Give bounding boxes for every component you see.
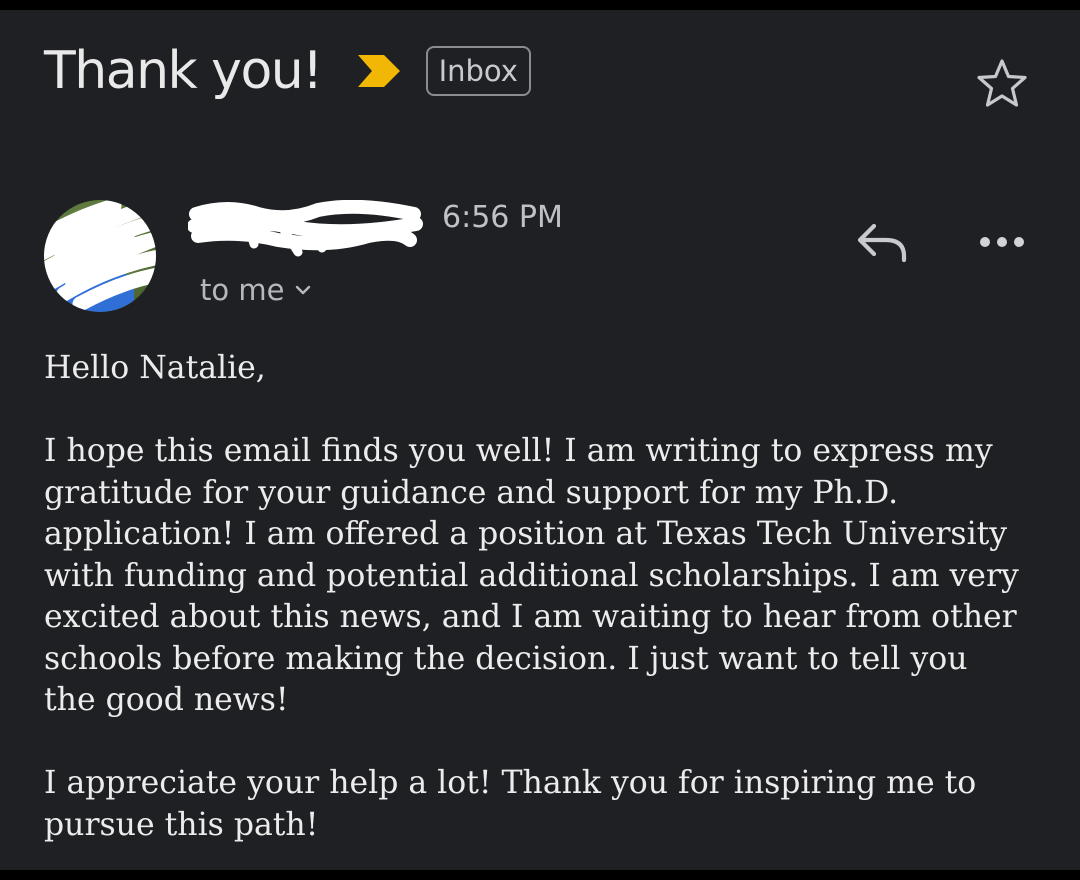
body-line: pursue this path! <box>44 806 319 843</box>
subject-row: Thank you! Inbox <box>44 36 531 106</box>
email-view: Thank you! Inbox 6:56 PM to me Hello Nat… <box>0 10 1080 870</box>
star-button[interactable] <box>974 58 1030 114</box>
importance-marker-icon[interactable] <box>356 51 404 91</box>
greeting: Hello Natalie, <box>44 348 1044 390</box>
email-subject: Thank you! <box>44 41 323 101</box>
body-line: I hope this email finds you well! I am w… <box>44 433 993 469</box>
avatar-redaction <box>44 200 156 312</box>
body-paragraph-1: I hope this email finds you well! I am w… <box>44 431 1044 722</box>
body-line: gratitude for your guidance and support … <box>44 474 899 511</box>
body-line: with funding and potential additional sc… <box>44 557 1019 594</box>
body-paragraph-2: I appreciate your help a lot! Thank you … <box>44 763 1044 846</box>
body-line: application! I am offered a position at … <box>44 516 1008 552</box>
reply-icon <box>854 220 908 269</box>
body-line: Hello Natalie, <box>44 350 266 386</box>
body-line: schools before making the decision. I ju… <box>44 640 968 677</box>
more-horizontal-icon <box>978 235 1026 254</box>
recipient-label: to me <box>200 273 285 307</box>
body-line: the good news! <box>44 682 289 718</box>
more-options-button[interactable] <box>972 222 1032 266</box>
body-line: excited about this news, and I am waitin… <box>44 599 1017 635</box>
sender-avatar[interactable] <box>44 200 156 312</box>
label-chip-inbox[interactable]: Inbox <box>425 46 531 96</box>
recipient-details-toggle[interactable]: to me <box>200 273 312 307</box>
body-line: I appreciate your help a lot! Thank you … <box>44 765 977 801</box>
reply-button[interactable] <box>852 218 910 270</box>
star-outline-icon <box>975 57 1029 116</box>
message-time: 6:56 PM <box>442 200 563 235</box>
chevron-down-icon <box>294 283 312 297</box>
email-body: Hello Natalie, I hope this email finds y… <box>44 348 1044 846</box>
sender-name-redaction <box>188 200 423 257</box>
